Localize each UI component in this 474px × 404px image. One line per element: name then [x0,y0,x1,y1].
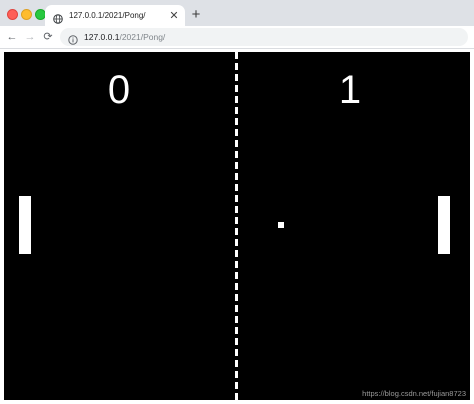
reload-icon[interactable]: ⟳ [40,29,56,45]
browser-titlebar: 127.0.0.1/2021/Pong/ ✕ + [0,0,474,26]
ball [278,222,284,228]
arrow-left-icon[interactable]: ← [4,29,20,45]
url-text[interactable]: 127.0.0.1/2021/Pong/ [84,32,165,42]
info-icon[interactable] [68,32,78,45]
globe-icon [53,11,63,24]
url-path: /2021/Pong/ [119,32,166,42]
score-right: 1 [338,68,362,112]
close-icon[interactable]: ✕ [167,9,181,23]
browser-tab[interactable]: 127.0.0.1/2021/Pong/ ✕ [45,5,185,26]
close-window-button[interactable] [7,9,18,20]
url-host: 127.0.0.1 [84,32,120,42]
address-bar[interactable]: 127.0.0.1/2021/Pong/ [60,28,468,46]
pong-game-canvas[interactable]: 0 1 https://blog.csdn.net/fujian8723 [4,52,470,400]
plus-icon[interactable]: + [189,7,203,23]
center-net [235,52,238,400]
score-left: 0 [107,68,131,112]
minimize-window-button[interactable] [21,9,32,20]
tab-title: 127.0.0.1/2021/Pong/ [69,11,146,20]
browser-toolbar: ← → ⟳ 127.0.0.1/2021/Pong/ [0,26,474,49]
watermark: https://blog.csdn.net/fujian8723 [362,389,466,398]
paddle-left [19,196,31,254]
paddle-right [438,196,450,254]
arrow-right-icon[interactable]: → [22,29,38,45]
